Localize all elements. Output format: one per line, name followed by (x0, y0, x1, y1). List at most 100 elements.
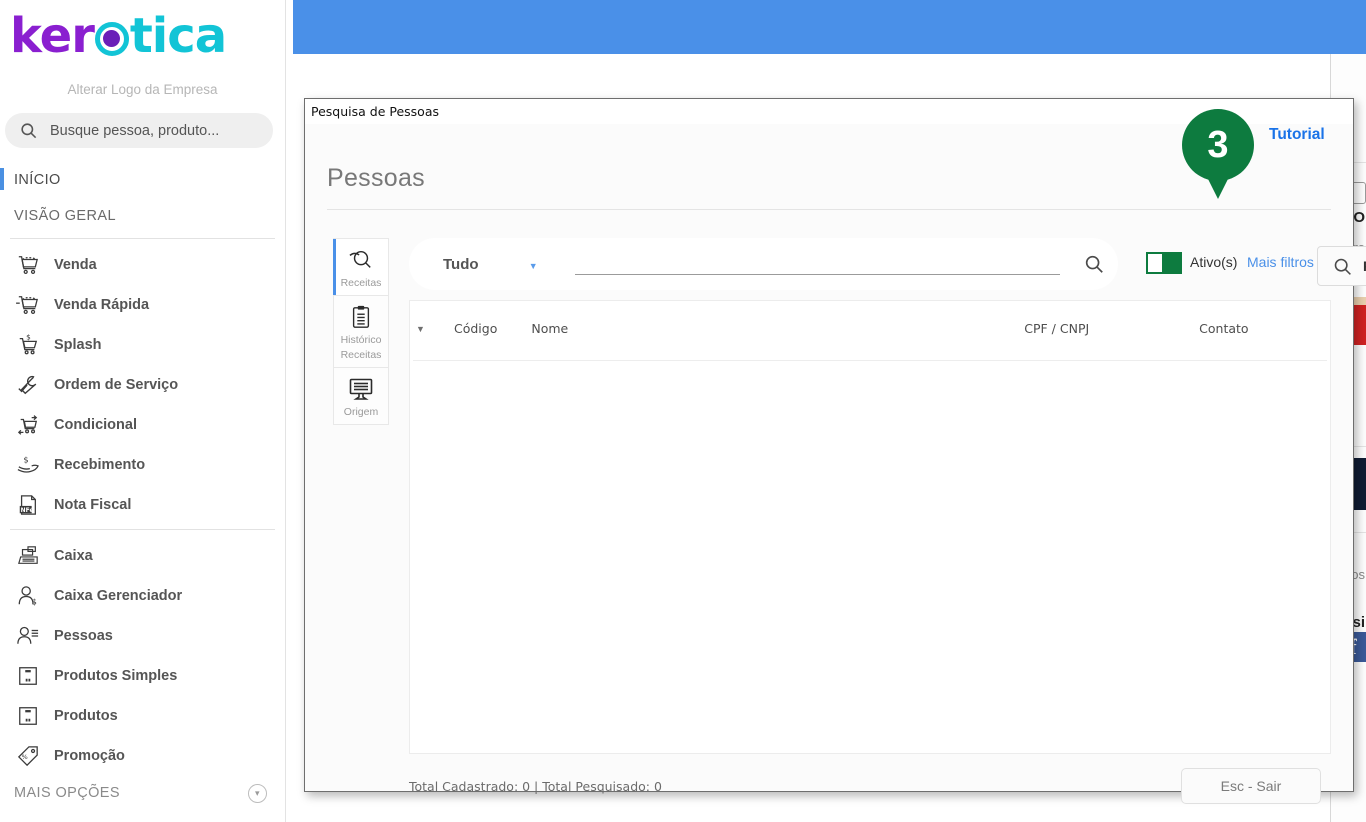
tab-historico-receitas[interactable]: Histórico Receitas (333, 295, 389, 367)
search-button[interactable]: F1 - Pesquisar (1317, 246, 1366, 286)
filter-type-value: Tudo (443, 255, 479, 273)
box-icon (10, 662, 46, 690)
sidebar-item-venda[interactable]: Venda (0, 245, 285, 285)
svg-text:%: % (22, 753, 28, 761)
more-filters-link[interactable]: Mais filtros (1247, 254, 1314, 270)
search-icon (19, 121, 38, 140)
tab-label: Receitas (340, 277, 382, 289)
sidebar-item-caixa[interactable]: Caixa (0, 536, 285, 576)
sidebar-section-visao-geral: VISÃO GERAL (14, 208, 116, 224)
user-dollar-icon: $ (10, 582, 46, 610)
clipboard-list-icon (350, 303, 372, 331)
column-header-nome[interactable]: Nome (531, 321, 568, 336)
chevron-down-icon: ▼ (528, 260, 538, 271)
pesquisa-pessoas-dialog: Pesquisa de Pessoas Pessoas Receitas His… (304, 98, 1366, 804)
brand-logo[interactable]: ker tica (0, 0, 285, 72)
sidebar-item-produtos[interactable]: Produtos (0, 696, 285, 736)
sidebar-item-label: Venda (54, 257, 97, 273)
monitor-lines-icon (348, 375, 374, 403)
column-header-contato[interactable]: Contato (1199, 321, 1248, 336)
table-header-rule (413, 360, 1327, 361)
sidebar-item-label: Pessoas (54, 628, 113, 644)
sidebar-item-label: Ordem de Serviço (54, 377, 179, 393)
logo-text-part1: ker (10, 8, 95, 64)
sidebar-divider-1 (10, 238, 275, 239)
sidebar-divider-2 (10, 529, 275, 530)
search-input[interactable]: Busque pessoa, produto... (5, 113, 273, 148)
tutorial-link[interactable]: Tutorial (1269, 126, 1325, 144)
table-body[interactable] (409, 356, 1331, 754)
sidebar-item-condicional[interactable]: Condicional (0, 405, 285, 445)
shopping-cart-fast-icon (10, 291, 46, 319)
sidebar-item-label: Splash (54, 337, 102, 353)
sidebar-item-ordem-de-servico[interactable]: Ordem de Serviço (0, 365, 285, 405)
sidebar-item-pessoas[interactable]: Pessoas (0, 616, 285, 656)
sidebar-item-label: Nota Fiscal (54, 497, 132, 513)
sidebar: ker tica Alterar Logo da Empresa Busque p… (0, 0, 286, 822)
sidebar-item-label: Venda Rápida (54, 297, 150, 313)
box-icon (10, 702, 46, 730)
svg-text:NFe: NFe (21, 507, 34, 514)
sidebar-item-label: Caixa (54, 548, 93, 564)
column-header-codigo[interactable]: Código (454, 321, 497, 336)
shopping-cart-icon (10, 251, 46, 279)
filter-type-select[interactable]: Tudo ▼ (443, 256, 563, 273)
sidebar-more-options[interactable]: MAIS OPÇÕES ▾ (0, 776, 285, 810)
totals-label: Total Cadastrado: 0 | Total Pesquisado: … (409, 779, 662, 794)
tab-label: Origem (343, 406, 379, 418)
change-logo-link[interactable]: Alterar Logo da Empresa (0, 82, 285, 97)
logo-text-part2: tica (129, 8, 227, 64)
search-icon (1332, 256, 1353, 277)
tab-receitas[interactable]: Receitas (333, 238, 389, 295)
filter-toolbar: Tudo ▼ Ativo(s) Mais filtros (409, 238, 1366, 290)
sidebar-item-label: Caixa Gerenciador (54, 588, 183, 604)
cash-register-icon (10, 542, 46, 570)
exit-button[interactable]: Esc - Sair (1181, 768, 1321, 804)
logo-ring-icon (94, 22, 129, 56)
sidebar-more-options-label: MAIS OPÇÕES (14, 785, 120, 801)
sidebar-item-label: Promoção (54, 748, 125, 764)
sidebar-item-promocao[interactable]: % Promoção (0, 736, 285, 776)
tab-origem[interactable]: Origem (333, 367, 389, 425)
sidebar-item-recebimento[interactable]: $ Recebimento (0, 445, 285, 485)
right-panel-bold-fragment: O (1353, 209, 1365, 226)
sidebar-item-caixa-gerenciador[interactable]: $ Caixa Gerenciador (0, 576, 285, 616)
table-header: ▼ Código Nome CPF / CNPJ Contato (409, 300, 1331, 356)
sidebar-item-produtos-simples[interactable]: Produtos Simples (0, 656, 285, 696)
sidebar-item-label: Produtos Simples (54, 668, 178, 684)
search-filter-pill: Tudo ▼ (409, 238, 1118, 290)
tutorial-step-number: 3 (1182, 109, 1254, 181)
sidebar-item-nota-fiscal[interactable]: NFe Nota Fiscal (0, 485, 285, 525)
column-header-cpf-cnpj[interactable]: CPF / CNPJ (1024, 321, 1089, 336)
sidebar-item-label: Produtos (54, 708, 118, 724)
sidebar-item-label: Recebimento (54, 457, 146, 473)
active-toggle-label: Ativo(s) (1190, 254, 1238, 270)
price-tags-icon: % (10, 742, 46, 770)
svg-text:$: $ (23, 454, 28, 464)
right-panel-bold-fragment-2: si (1352, 614, 1365, 631)
sidebar-item-splash[interactable]: $ Splash (0, 325, 285, 365)
cart-arrow-icon (10, 411, 46, 439)
dialog-title: Pesquisa de Pessoas (311, 104, 439, 119)
user-list-icon (10, 622, 46, 650)
tab-label: Histórico (340, 334, 382, 346)
sidebar-item-venda-rapida[interactable]: Venda Rápida (0, 285, 285, 325)
sidebar-item-label: Condicional (54, 417, 137, 433)
title-divider (327, 209, 1331, 210)
magnifier-eye-icon (348, 246, 374, 274)
hand-dollar-icon: $ (10, 451, 46, 479)
tab-label-line2: Receitas (340, 349, 382, 361)
vertical-tab-strip: Receitas Histórico Receitas Origem (333, 238, 389, 425)
caret-down-icon[interactable]: ▼ (416, 324, 432, 334)
svg-text:$: $ (26, 334, 31, 342)
app-topbar (293, 0, 1366, 54)
tutorial-step-badge: 3 (1182, 109, 1254, 199)
search-input-placeholder: Busque pessoa, produto... (50, 122, 220, 139)
cart-dollar-icon: $ (10, 331, 46, 359)
inline-search-button[interactable] (1070, 253, 1118, 275)
search-icon (1085, 255, 1103, 273)
search-text-input[interactable] (575, 253, 1060, 275)
wrench-check-icon (10, 371, 46, 399)
sidebar-item-inicio[interactable]: INÍCIO (0, 162, 285, 198)
active-toggle[interactable] (1146, 252, 1182, 274)
